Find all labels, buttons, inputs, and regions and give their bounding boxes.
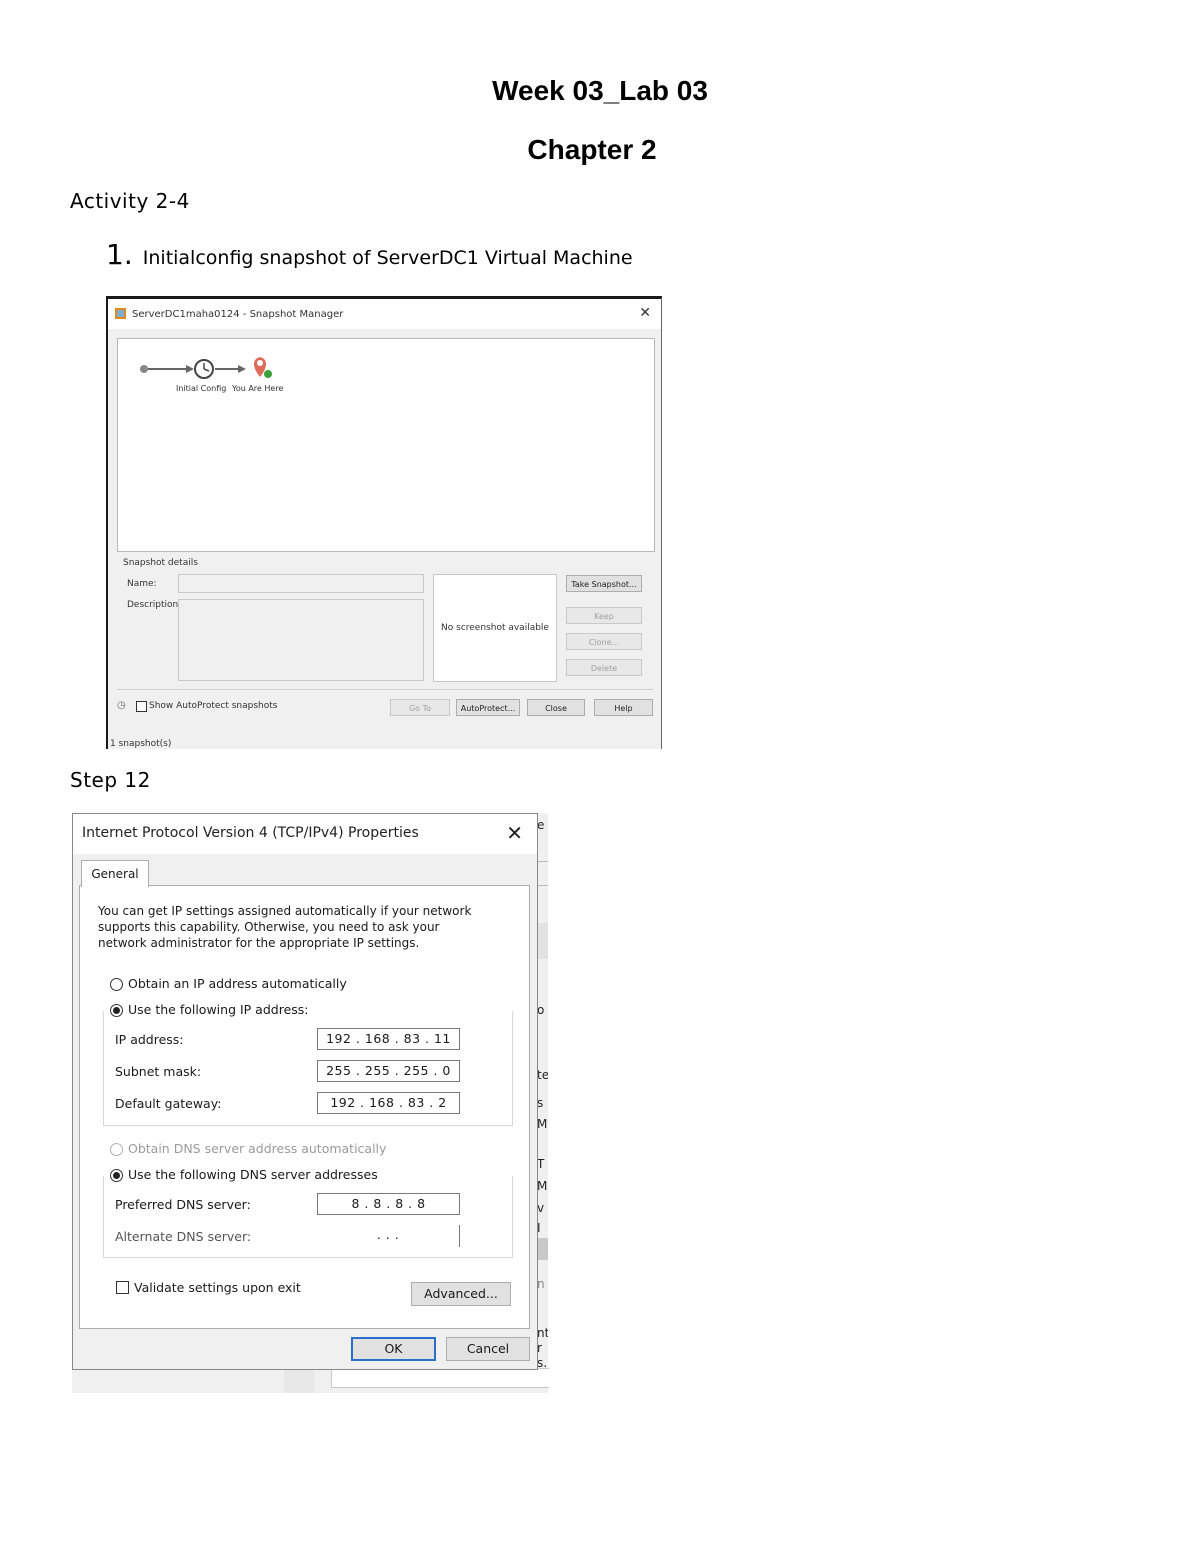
close-button[interactable]: Close [527,699,585,716]
subnet-mask-label: Subnet mask: [115,1064,202,1079]
snapshot-tree[interactable]: Initial Config You Are Here [117,338,655,552]
use-following-dns-radio[interactable] [110,1169,123,1182]
snapshot-tree-graphic [140,357,272,379]
root-node-icon [140,365,148,373]
advanced-button[interactable]: Advanced... [411,1282,511,1306]
background-text-fragment: n [537,1277,545,1291]
tree-label-you-are-here[interactable]: You Are Here [232,384,283,393]
delete-button[interactable]: Delete [566,659,642,676]
step-text: Initialconfig snapshot of ServerDC1 Virt… [142,247,633,269]
step-number: 1. [106,238,133,271]
validate-settings-checkbox[interactable] [116,1281,129,1294]
autoprotect-button[interactable]: AutoProtect... [456,699,520,716]
background-text-fragment: s. [537,1356,548,1370]
background-text-fragment: nte [537,1326,548,1340]
background-text-fragment: I [537,1221,541,1235]
show-autoprotect-checkbox[interactable] [136,701,147,712]
ip-address-label: IP address: [115,1032,184,1047]
preferred-dns-field[interactable]: 8 . 8 . 8 . 8 [317,1193,460,1215]
default-gateway-field[interactable]: 192 . 168 . 83 . 2 [317,1092,460,1114]
use-following-ip-label[interactable]: Use the following IP address: [128,1002,312,1017]
close-icon[interactable]: ✕ [506,821,523,845]
tree-label-initial-config[interactable]: Initial Config [176,384,226,393]
background-text-fragment: M [537,1179,548,1193]
snapshot-manager-window: ServerDC1maha0124 - Snapshot Manager ✕ I… [106,296,662,749]
background-fragment-field [331,1368,549,1388]
use-following-dns-label[interactable]: Use the following DNS server addresses [128,1167,381,1182]
validate-settings-label[interactable]: Validate settings upon exit [134,1280,301,1295]
intro-text: You can get IP settings assigned automat… [98,904,472,950]
default-gateway-label: Default gateway: [115,1096,222,1111]
dialog-title: Internet Protocol Version 4 (TCP/IPv4) P… [82,825,419,841]
ip-address-field[interactable]: 192 . 168 . 83 . 11 [317,1028,460,1050]
background-text-fragment: v [537,1201,545,1215]
ok-button[interactable]: OK [351,1337,436,1361]
background-text-fragment: s [537,1096,544,1110]
background-fragment-panel [284,1368,314,1393]
ipv4-properties-dialog: Internet Protocol Version 4 (TCP/IPv4) P… [72,813,538,1370]
screenshot-preview: No screenshot available [433,574,557,682]
alternate-dns-field[interactable]: . . . [317,1225,460,1247]
obtain-dns-auto-radio[interactable] [110,1143,123,1156]
alternate-dns-label: Alternate DNS server: [115,1229,252,1244]
close-icon[interactable]: ✕ [639,305,651,321]
window-title: ServerDC1maha0124 - Snapshot Manager [132,309,344,320]
subnet-mask-field[interactable]: 255 . 255 . 255 . 0 [317,1060,460,1082]
obtain-dns-auto-label[interactable]: Obtain DNS server address automatically [128,1141,386,1156]
snapshot-manager-titlebar: ServerDC1maha0124 - Snapshot Manager ✕ [108,299,661,329]
step-1-line: 1. Initialconfig snapshot of ServerDC1 V… [106,238,633,271]
step-12-heading: Step 12 [70,768,151,792]
chapter-title: Chapter 2 [527,134,657,165]
snapshot-name-field[interactable] [178,574,424,593]
preferred-dns-label: Preferred DNS server: [115,1197,251,1212]
background-text-fragment: e [537,818,545,832]
help-button[interactable]: Help [594,699,653,716]
cancel-button[interactable]: Cancel [446,1337,530,1361]
keep-button[interactable]: Keep [566,607,642,624]
activity-heading: Activity 2-4 [70,189,190,213]
autoprotect-clock-icon: ◷ [117,700,126,711]
name-label: Name: [127,579,157,589]
status-bar-text: 1 snapshot(s) [110,739,172,749]
vmware-icon [115,308,126,319]
obtain-ip-auto-label[interactable]: Obtain an IP address automatically [128,976,347,991]
background-text-fragment: M [537,1117,548,1131]
separator [117,689,653,690]
background-text-fragment: r [537,1341,542,1355]
description-label: Description: [127,600,182,610]
dialog-titlebar: Internet Protocol Version 4 (TCP/IPv4) P… [73,814,537,854]
take-snapshot-button[interactable]: Take Snapshot... [566,575,642,592]
tab-general[interactable]: General [81,860,149,887]
go-to-button[interactable]: Go To [390,699,450,716]
snapshot-description-field[interactable] [178,599,424,681]
document-title: Week 03_Lab 03 [492,75,708,106]
show-autoprotect-label: Show AutoProtect snapshots [149,701,278,711]
clone-button[interactable]: Clone... [566,633,642,650]
background-text-fragment: te [537,1068,548,1082]
background-text-fragment: T [537,1157,545,1171]
background-text-fragment: o [537,1003,545,1017]
obtain-ip-auto-radio[interactable] [110,978,123,991]
use-following-ip-radio[interactable] [110,1004,123,1017]
snapshot-details-label: Snapshot details [123,558,198,568]
